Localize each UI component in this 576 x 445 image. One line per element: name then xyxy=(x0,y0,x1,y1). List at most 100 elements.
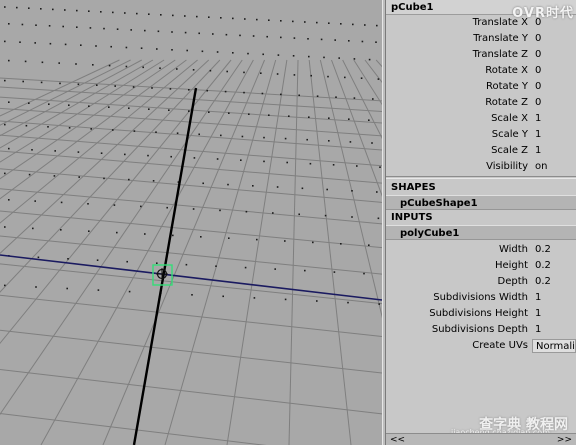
channel-row[interactable]: Create UVsNormalize xyxy=(386,338,576,354)
channel-value-field[interactable]: 0.2 xyxy=(532,274,576,290)
grid-dot xyxy=(334,39,336,41)
channel-label[interactable]: Translate Y xyxy=(386,31,532,47)
channel-row[interactable]: Subdivisions Depth 1 xyxy=(386,322,576,338)
channel-value-field[interactable]: on xyxy=(532,159,576,175)
grid-dot xyxy=(77,151,80,153)
grid-dot xyxy=(263,160,265,163)
channel-row[interactable]: Translate Z0 xyxy=(386,47,576,63)
channel-value-field[interactable]: 0 xyxy=(532,47,576,63)
inputs-section-title: INPUTS xyxy=(386,210,576,225)
channel-value-field[interactable]: 0.2 xyxy=(532,258,576,274)
channel-value-field[interactable]: 0.2 xyxy=(532,242,576,258)
grid-dot xyxy=(364,24,366,26)
channel-row[interactable]: Translate Y0 xyxy=(386,31,576,47)
channel-value-field[interactable]: 1 xyxy=(532,127,576,143)
channel-value-field[interactable]: 0 xyxy=(532,79,576,95)
grid-dot xyxy=(64,43,67,46)
viewport-canvas[interactable] xyxy=(0,0,382,445)
grid-dot xyxy=(126,260,128,263)
grid-dot xyxy=(356,165,358,167)
grid-dot xyxy=(76,26,78,28)
grid-dot xyxy=(125,46,128,49)
channel-row[interactable]: Rotate Y0 xyxy=(386,79,576,95)
channel-label[interactable]: Rotate X xyxy=(386,63,532,79)
channel-row[interactable]: Translate X0 xyxy=(386,15,576,31)
grid-dot xyxy=(351,190,353,192)
channel-row[interactable]: Scale Y1 xyxy=(386,127,576,143)
channel-label[interactable]: Subdivisions Depth xyxy=(386,322,532,338)
grid-dot xyxy=(128,107,130,109)
channel-value-field[interactable]: 1 xyxy=(532,290,576,306)
channel-value-field[interactable]: Normalize xyxy=(532,339,576,353)
grid-dot xyxy=(130,29,132,31)
channel-row[interactable]: Rotate Z0 xyxy=(386,95,576,111)
grid-dot xyxy=(32,227,34,230)
channel-value-field[interactable]: 1 xyxy=(532,111,576,127)
channel-label[interactable]: Visibility xyxy=(386,159,532,175)
scroll-left-button[interactable]: << xyxy=(390,435,405,445)
grid-dot xyxy=(37,256,40,259)
grid-dot xyxy=(136,12,138,15)
channel-value-field[interactable]: 1 xyxy=(532,143,576,159)
channel-row[interactable]: Depth 0.2 xyxy=(386,274,576,290)
channel-label[interactable]: Create UVs xyxy=(386,338,532,354)
horizontal-scrollbar[interactable]: << >> xyxy=(386,433,576,445)
grid-dot xyxy=(148,108,150,110)
input-node-header[interactable]: polyCube1 xyxy=(386,225,576,240)
grid-dot xyxy=(78,176,80,178)
grid-dot xyxy=(198,32,200,35)
grid-dot xyxy=(239,34,241,37)
channel-row[interactable]: Height 0.2 xyxy=(386,258,576,274)
channel-row[interactable]: Rotate X0 xyxy=(386,63,576,79)
channel-label[interactable]: Subdivisions Width xyxy=(386,290,532,306)
channel-label[interactable]: Rotate Z xyxy=(386,95,532,111)
channel-label[interactable]: Scale X xyxy=(386,111,532,127)
channel-value-field[interactable]: 1 xyxy=(532,306,576,322)
grid-dot xyxy=(377,217,380,220)
grid-dot xyxy=(77,83,80,86)
channel-label[interactable]: Scale Z xyxy=(386,143,532,159)
grid-dot xyxy=(156,48,158,50)
grid-dot xyxy=(202,182,204,185)
channel-row[interactable]: Visibility on xyxy=(386,159,576,175)
grid-dot xyxy=(324,214,327,217)
grid-dot xyxy=(40,8,42,10)
channel-label[interactable]: Scale Y xyxy=(386,127,532,143)
grid-dot xyxy=(286,161,288,164)
grid-dot xyxy=(112,129,114,131)
channel-value-field[interactable]: 0 xyxy=(532,63,576,79)
grid-dot xyxy=(232,17,234,20)
channel-value-field[interactable]: 0 xyxy=(532,95,576,111)
channel-row[interactable]: Scale X1 xyxy=(386,111,576,127)
grid-dot xyxy=(368,244,370,246)
grid-dot xyxy=(116,231,118,234)
grid-dot xyxy=(166,206,168,209)
grid-dot xyxy=(256,18,258,21)
channel-row[interactable]: Subdivisions Height 1 xyxy=(386,306,576,322)
channel-label[interactable]: Rotate Y xyxy=(386,79,532,95)
grid-dot xyxy=(8,101,10,103)
grid-dot xyxy=(53,175,56,177)
grid-dot xyxy=(40,81,43,84)
grid-dot xyxy=(100,11,102,13)
channel-row[interactable]: Subdivisions Width 1 xyxy=(386,290,576,306)
channel-row[interactable]: Width 0.2 xyxy=(386,242,576,258)
grid-dot xyxy=(4,284,6,287)
channel-label[interactable]: Subdivisions Height xyxy=(386,306,532,322)
channel-value-field[interactable]: 0 xyxy=(532,31,576,47)
grid-dot xyxy=(224,90,227,93)
channel-value-field[interactable]: 1 xyxy=(532,322,576,338)
grid-dot xyxy=(148,13,150,15)
channel-value-field[interactable]: 0 xyxy=(532,15,576,31)
scroll-right-button[interactable]: >> xyxy=(557,435,572,445)
shape-node-header[interactable]: pCubeShape1 xyxy=(386,195,576,210)
perspective-viewport[interactable] xyxy=(0,0,383,445)
channel-label[interactable]: Translate Z xyxy=(386,47,532,63)
grid-dot xyxy=(372,98,374,100)
channel-row[interactable]: Scale Z1 xyxy=(386,143,576,159)
channel-label[interactable]: Translate X xyxy=(386,15,532,31)
channel-label[interactable]: Width xyxy=(386,242,532,258)
channel-label[interactable]: Height xyxy=(386,258,532,274)
grid-dot xyxy=(108,64,111,67)
channel-label[interactable]: Depth xyxy=(386,274,532,290)
